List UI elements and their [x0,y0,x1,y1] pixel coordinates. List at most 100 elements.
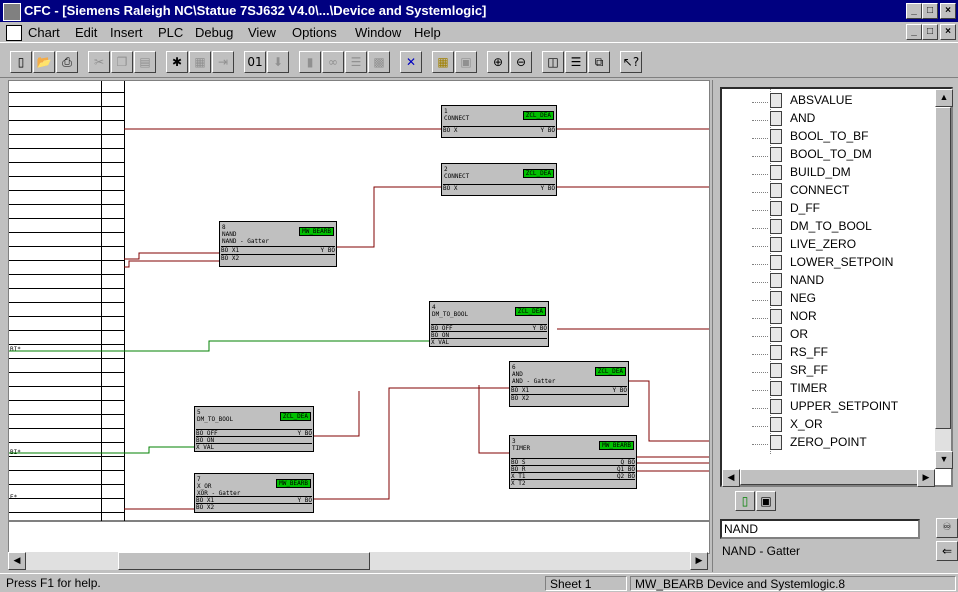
menu-chart[interactable]: Chart [28,25,60,40]
cut-icon[interactable]: ✂ [88,51,110,73]
scroll-left-icon[interactable]: ◀ [8,552,26,570]
scroll-down-icon[interactable]: ▼ [935,451,953,469]
block-type-icon [770,273,782,289]
new-icon[interactable]: ▯ [10,51,32,73]
copy-icon[interactable]: ❐ [111,51,133,73]
library-item[interactable]: DM_TO_BOOL [752,219,872,237]
sheet-icon[interactable]: ☰ [345,51,367,73]
insert-block-arrow-icon[interactable]: ⇐ [936,541,958,561]
library-item[interactable]: LIVE_ZERO [752,237,856,255]
library-item[interactable]: NAND [752,273,824,291]
library-item[interactable]: OR [752,327,808,345]
library-scroll-thumb[interactable] [935,107,951,429]
insert-block-icon[interactable]: ✱ [166,51,188,73]
scroll-right-icon[interactable]: ▶ [690,552,708,570]
document-icon[interactable] [6,25,22,41]
paste-icon[interactable]: ▤ [134,51,156,73]
block-connect-1[interactable]: 1 CONNECT ZCL_DEA BO XY BO [441,105,557,138]
binoculars-icon[interactable]: ♾ [936,518,958,538]
doc-restore-button[interactable]: □ [922,24,938,40]
toolbar: ▯ 📂 ⎙ ✂ ❐ ▤ ✱ ▦ ⇥ 01 ⬇ ▮ ∞ ☰ ▩ ✕ ▦ ▣ ⊕ ⊖… [0,42,958,78]
chart-canvas[interactable]: BI* BI* E* 1 CONNECT ZCL_DEA BO X Y BO 2… [8,80,710,554]
menu-insert[interactable]: Insert [110,25,143,40]
chart-horizontal-scrollbar[interactable]: ◀ ▶ [8,552,708,570]
print-icon[interactable]: ⎙ [56,51,78,73]
library-search-input[interactable]: NAND [720,519,920,539]
overview-icon[interactable]: ▩ [368,51,390,73]
library-vertical-scrollbar[interactable]: ▲ ▼ [935,89,953,469]
library-item-label: D_FF [790,201,820,215]
download-icon[interactable]: ⬇ [267,51,289,73]
library-item[interactable]: RS_FF [752,345,828,363]
close-button[interactable]: × [940,3,956,19]
library-item[interactable]: D_FF [752,201,820,219]
block-timer-3[interactable]: 3 TIMER MW_BEARB BO SQ BO BO R Q1 BO X T1… [509,435,637,489]
block-type-icon [770,435,782,451]
library-item-label: ZERO_POINT [790,435,867,449]
library-item[interactable]: BOOL_TO_BF [752,129,868,147]
block-connect-2[interactable]: 2 CONNECT ZCL_DEA BO XY BO [441,163,557,196]
lib-scroll-left-icon[interactable]: ◀ [722,469,740,487]
connect-icon[interactable]: ⇥ [212,51,234,73]
library-item[interactable]: LOWER_SETPOIN [752,255,893,273]
block-nand-8[interactable]: 8 NAND NAND - Gatter MW_BEARB BO X1 Y BO … [219,221,337,267]
library-item[interactable]: X_OR [752,417,823,435]
library-item[interactable]: TIMER [752,381,827,399]
library-horizontal-scrollbar[interactable]: ◀ ▶ [722,469,935,487]
minimize-button[interactable]: _ [906,3,922,19]
block-and-6[interactable]: 6 AND AND - Gatter ZCL_DEA BO X1 Y BO BO … [509,361,629,407]
library-item[interactable]: AND [752,111,815,129]
window-title: CFC - [Siemens Raleigh NC\Statue 7SJ632 … [24,3,487,18]
menu-help[interactable]: Help [414,25,441,40]
test-icon[interactable]: ▮ [299,51,321,73]
block-type-icon [770,165,782,181]
menu-debug[interactable]: Debug [195,25,233,40]
library-item[interactable]: BOOL_TO_DM [752,147,872,165]
scroll-up-icon[interactable]: ▲ [935,89,953,107]
library-item[interactable]: NOR [752,309,817,327]
window-icon[interactable]: ⧉ [588,51,610,73]
library-item[interactable]: CONNECT [752,183,850,201]
menu-options[interactable]: Options [292,25,337,40]
library-item[interactable]: SR_FF [752,363,828,381]
split-icon[interactable]: ▣ [455,51,477,73]
library-item[interactable]: ZERO_POINT [752,435,867,453]
scroll-thumb[interactable] [118,552,370,570]
chart-view-icon[interactable]: ☰ [565,51,587,73]
lib-hscroll-thumb[interactable] [740,469,918,485]
watch-icon[interactable]: ∞ [322,51,344,73]
open-icon[interactable]: 📂 [33,51,55,73]
library-item[interactable]: UPPER_SETPOINT [752,399,898,417]
library-item-label: X_OR [790,417,823,431]
menu-edit[interactable]: Edit [75,25,97,40]
restore-button[interactable]: □ [922,3,938,19]
library-item[interactable]: BUILD_DM [752,165,851,183]
menu-window[interactable]: Window [355,25,401,40]
doc-minimize-button[interactable]: _ [906,24,922,40]
block-xor-7[interactable]: 7 X_OR XOR - Gatter MW_BEARB BO X1 Y BO B… [194,473,314,513]
help-icon[interactable]: ↖? [620,51,642,73]
zoom-in-icon[interactable]: ⊕ [487,51,509,73]
delete-icon[interactable]: ▦ [189,51,211,73]
library-item-label: CONNECT [790,183,850,197]
block-type-icon [770,363,782,379]
library-tree[interactable]: ABSVALUE AND BOOL_TO_BF BOOL_TO_DM BUILD_DM C… [720,87,953,487]
lib-scroll-right-icon[interactable]: ▶ [917,469,935,487]
fit-icon[interactable]: ✕ [400,51,422,73]
doc-close-button[interactable]: × [940,24,956,40]
compile-icon[interactable]: 01 [244,51,266,73]
library-item[interactable]: ABSVALUE [752,93,852,111]
menu-view[interactable]: View [248,25,276,40]
grid-icon[interactable]: ▦ [432,51,454,73]
menu-plc[interactable]: PLC [158,25,183,40]
block-types-tab-icon[interactable]: ▯ [735,491,755,511]
library-item[interactable]: NEG [752,291,816,309]
block-dm-to-bool-5[interactable]: 5 DM_TO_BOOL ZCL_DEA BO OFF Y BO BO ON X … [194,406,314,452]
block-type-icon [770,327,782,343]
charts-tab-icon[interactable]: ▣ [756,491,776,511]
block-dm-to-bool-4[interactable]: 4 DM_TO_BOOL ZCL_DEA BO OFF Y BO BO ON X … [429,301,549,347]
zoom-out-icon[interactable]: ⊖ [510,51,532,73]
library-item-label: OR [790,327,808,341]
cfc-app-icon[interactable] [3,3,21,21]
sheet-view-icon[interactable]: ◫ [542,51,564,73]
